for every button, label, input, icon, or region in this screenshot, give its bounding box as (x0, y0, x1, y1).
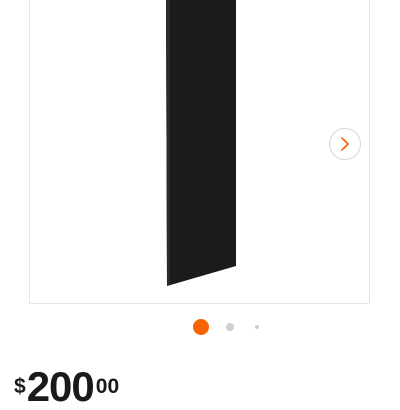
carousel-dot-1[interactable] (193, 319, 209, 335)
next-image-button[interactable] (329, 128, 361, 160)
carousel-dot-3[interactable] (255, 325, 259, 329)
carousel-dot-2[interactable] (226, 323, 234, 331)
product-price: $ 200 00 (14, 363, 120, 410)
price-dollars: 200 (26, 363, 95, 410)
product-image-frame (29, 0, 370, 304)
filler-panel-edge (166, 0, 170, 286)
filler-panel-shape (166, 0, 236, 286)
product-image[interactable] (30, 0, 371, 304)
carousel-dots (0, 317, 400, 335)
price-currency-symbol: $ (14, 375, 26, 398)
chevron-right-icon (341, 137, 349, 151)
price-cents: 00 (95, 375, 120, 398)
